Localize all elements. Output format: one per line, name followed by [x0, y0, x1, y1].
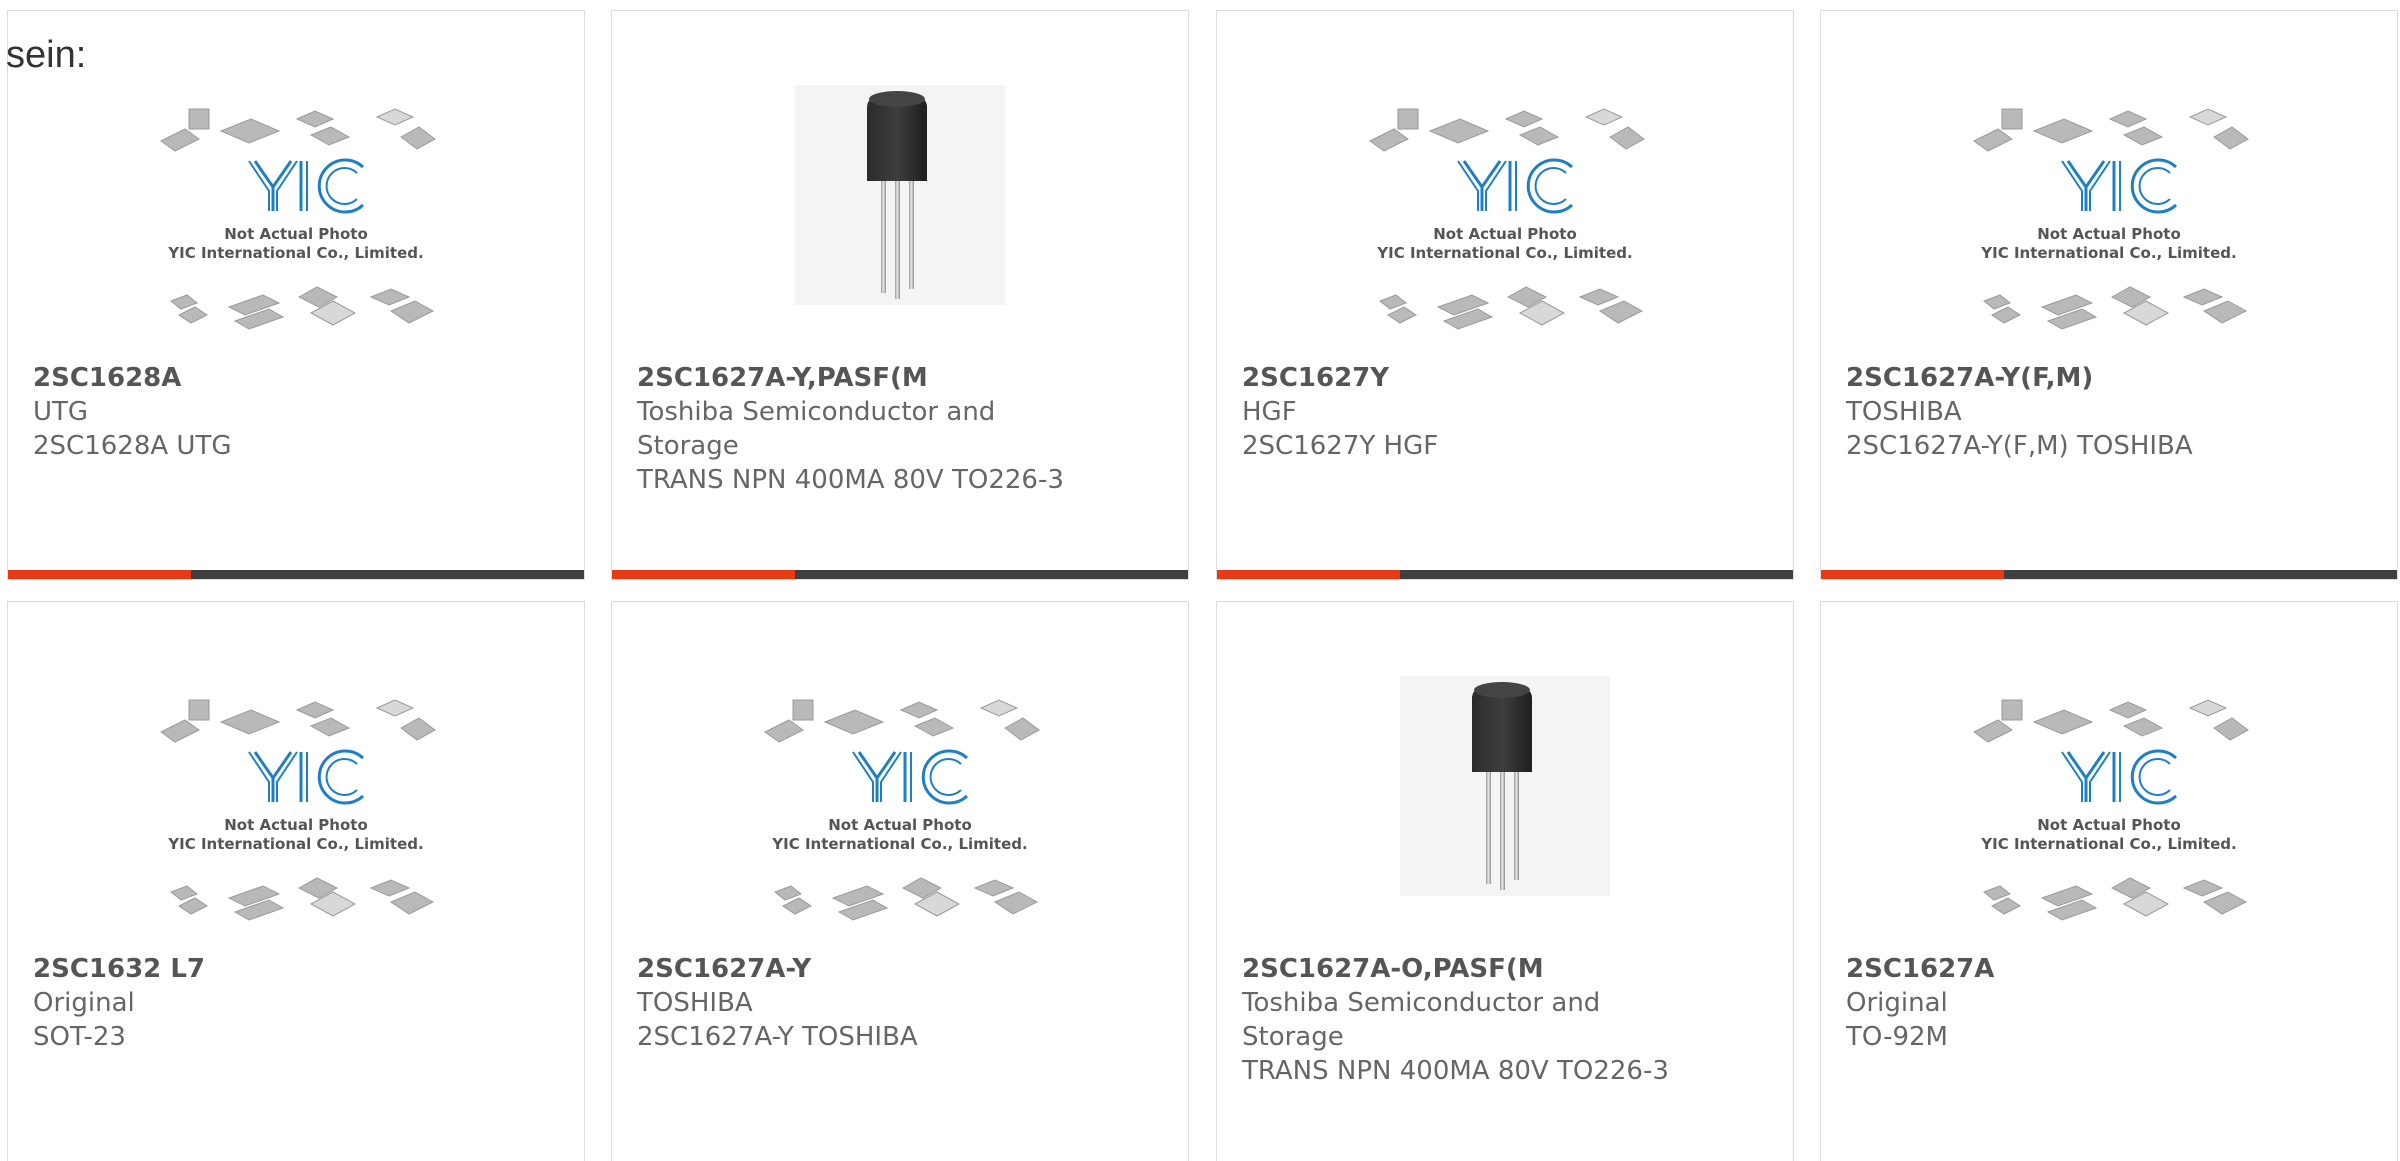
yic-placeholder-icon: Not Actual Photo YIC International Co., …	[1973, 108, 2249, 330]
card-accent-segment	[1217, 570, 1400, 579]
product-info: 2SC1627A-Y,PASF(M Toshiba Semiconductor a…	[637, 361, 1157, 497]
product-detail-line: 2SC1628A UTG	[33, 431, 232, 461]
product-detail-line: UTG	[33, 397, 89, 427]
yic-placeholder-icon: Not Actual Photo YIC International Co., …	[160, 108, 436, 330]
product-detail-line: Toshiba Semiconductor and	[637, 397, 996, 427]
product-image[interactable]: Not Actual Photo YIC International Co., …	[8, 692, 584, 956]
placeholder-line1: Not Actual Photo	[224, 225, 368, 243]
product-info: 2SC1627A-Y TOSHIBA 2SC1627A-Y TOSHIBA	[637, 952, 1157, 1054]
product-detail-line: HGF	[1242, 397, 1297, 427]
product-card[interactable]: Not Actual Photo YIC International Co., …	[7, 601, 585, 1161]
card-accent-bar	[612, 570, 1188, 579]
card-accent-segment	[612, 570, 795, 579]
product-card[interactable]: Not Actual Photo YIC International Co., …	[1216, 10, 1794, 580]
yic-placeholder-icon: Not Actual Photo YIC International Co., …	[160, 699, 436, 921]
product-image[interactable]: Not Actual Photo YIC International Co., …	[1821, 692, 2397, 956]
product-info: 2SC1627A Original TO-92M	[1846, 952, 2366, 1054]
product-title[interactable]: 2SC1627A-Y,PASF(M	[637, 361, 1157, 395]
product-info: 2SC1632 L7 Original SOT-23	[33, 952, 553, 1054]
product-detail-line: TRANS NPN 400MA 80V TO226-3	[1242, 1056, 1669, 1086]
product-title[interactable]: 2SC1628A	[33, 361, 553, 395]
product-detail-line: Original	[33, 988, 135, 1018]
transistor-photo-icon	[795, 85, 1005, 305]
card-accent-segment	[1821, 570, 2004, 579]
product-image[interactable]: Not Actual Photo YIC International Co., …	[8, 101, 584, 365]
product-grid-page: sein: Not Actual Photo YIC International…	[0, 0, 2400, 1161]
placeholder-line2: YIC International Co., Limited.	[1980, 835, 2236, 853]
product-info: 2SC1628A UTG 2SC1628A UTG	[33, 361, 553, 463]
transistor-photo-icon	[1400, 676, 1610, 896]
card-accent-bar	[8, 570, 584, 579]
product-detail-line: 2SC1627Y HGF	[1242, 431, 1439, 461]
product-image[interactable]: Not Actual Photo YIC International Co., …	[612, 692, 1188, 956]
product-card[interactable]: Not Actual Photo YIC International Co., …	[611, 601, 1189, 1161]
product-image[interactable]: Not Actual Photo YIC International Co., …	[1217, 101, 1793, 365]
product-info: 2SC1627Y HGF 2SC1627Y HGF	[1242, 361, 1762, 463]
product-image[interactable]	[1217, 676, 1793, 940]
product-title[interactable]: 2SC1627A	[1846, 952, 2366, 986]
placeholder-line2: YIC International Co., Limited.	[167, 244, 423, 262]
product-detail-line: TOSHIBA	[637, 988, 753, 1018]
placeholder-line1: Not Actual Photo	[224, 816, 368, 834]
product-title[interactable]: 2SC1627A-Y(F,M)	[1846, 361, 2366, 395]
product-detail-line: TOSHIBA	[1846, 397, 1962, 427]
placeholder-line1: Not Actual Photo	[2037, 225, 2181, 243]
placeholder-line1: Not Actual Photo	[2037, 816, 2181, 834]
product-card[interactable]: Not Actual Photo YIC International Co., …	[1820, 601, 2398, 1161]
product-card[interactable]: 2SC1627A-Y,PASF(M Toshiba Semiconductor a…	[611, 10, 1189, 580]
placeholder-line1: Not Actual Photo	[828, 816, 972, 834]
yic-placeholder-icon: Not Actual Photo YIC International Co., …	[764, 699, 1040, 921]
intro-text: sein:	[6, 34, 87, 76]
placeholder-line2: YIC International Co., Limited.	[1376, 244, 1632, 262]
product-card[interactable]: 2SC1627A-O,PASF(M Toshiba Semiconductor a…	[1216, 601, 1794, 1161]
product-detail-line: Toshiba Semiconductor and	[1242, 988, 1601, 1018]
product-detail-line: Storage	[1242, 1022, 1344, 1052]
product-image[interactable]	[612, 85, 1188, 349]
product-detail-line: 2SC1627A-Y TOSHIBA	[637, 1022, 918, 1052]
product-detail-line: TRANS NPN 400MA 80V TO226-3	[637, 465, 1064, 495]
placeholder-line1: Not Actual Photo	[1433, 225, 1577, 243]
yic-placeholder-icon: Not Actual Photo YIC International Co., …	[1973, 699, 2249, 921]
product-card[interactable]: Not Actual Photo YIC International Co., …	[7, 10, 585, 580]
product-title[interactable]: 2SC1632 L7	[33, 952, 553, 986]
card-accent-bar	[1821, 570, 2397, 579]
product-info: 2SC1627A-O,PASF(M Toshiba Semiconductor a…	[1242, 952, 1762, 1088]
product-card[interactable]: Not Actual Photo YIC International Co., …	[1820, 10, 2398, 580]
product-detail-line: Storage	[637, 431, 739, 461]
product-detail-line: SOT-23	[33, 1022, 126, 1052]
product-image[interactable]: Not Actual Photo YIC International Co., …	[1821, 101, 2397, 365]
product-title[interactable]: 2SC1627A-O,PASF(M	[1242, 952, 1762, 986]
card-accent-bar	[1217, 570, 1793, 579]
product-title[interactable]: 2SC1627A-Y	[637, 952, 1157, 986]
product-info: 2SC1627A-Y(F,M) TOSHIBA 2SC1627A-Y(F,M) TO…	[1846, 361, 2366, 463]
card-accent-segment	[8, 570, 191, 579]
product-title[interactable]: 2SC1627Y	[1242, 361, 1762, 395]
product-detail-line: TO-92M	[1846, 1022, 1948, 1052]
yic-placeholder-icon: Not Actual Photo YIC International Co., …	[1369, 108, 1645, 330]
placeholder-line2: YIC International Co., Limited.	[1980, 244, 2236, 262]
placeholder-line2: YIC International Co., Limited.	[771, 835, 1027, 853]
product-detail-line: 2SC1627A-Y(F,M) TOSHIBA	[1846, 431, 2193, 461]
placeholder-line2: YIC International Co., Limited.	[167, 835, 423, 853]
product-detail-line: Original	[1846, 988, 1948, 1018]
